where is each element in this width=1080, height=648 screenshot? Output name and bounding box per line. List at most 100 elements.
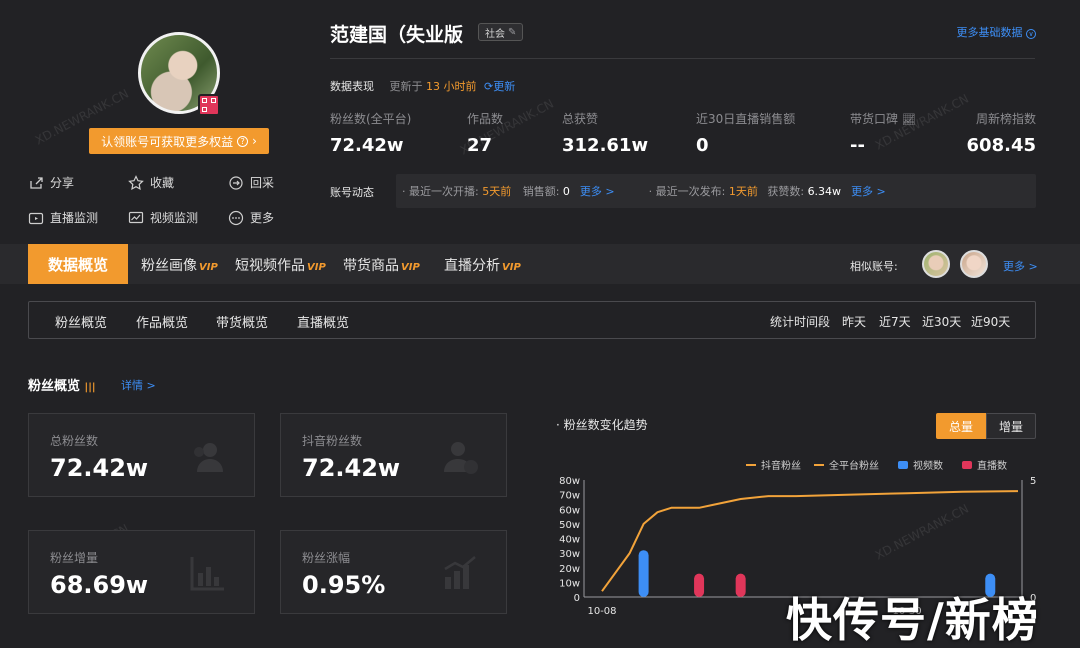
legend-bar-swatch xyxy=(898,461,908,469)
tab-live-analysis[interactable]: 直播分析 VIP xyxy=(444,255,521,275)
similar-account-avatar[interactable] xyxy=(960,250,988,278)
subtab-sales[interactable]: 带货概览 xyxy=(216,312,268,331)
favorite-label: 收藏 xyxy=(150,176,175,190)
vip-badge: VIP xyxy=(502,262,521,273)
stat-reputation: 带货口碑 📈︎ -- xyxy=(850,110,916,156)
recollect-button[interactable]: 回采 xyxy=(228,174,274,191)
update-info: 数据表现 更新于 13 小时前 ⟳更新 xyxy=(330,78,515,94)
similar-account-avatar[interactable] xyxy=(922,250,950,278)
refresh-button[interactable]: ⟳更新 xyxy=(484,80,515,93)
stat-weekly-index: 周新榜指数 608.45 xyxy=(967,110,1036,156)
card-label: 总粉丝数 xyxy=(50,434,99,448)
favorite-button[interactable]: 收藏 xyxy=(128,174,174,191)
stat-live-sales: 近30日直播销售额 0 xyxy=(696,110,795,156)
tab-fan-profile[interactable]: 粉丝画像 VIP xyxy=(141,255,218,275)
stat-value: 312.61w xyxy=(562,135,649,156)
tab-short-video[interactable]: 短视频作品 VIP xyxy=(235,255,326,275)
fans-section-title-text: 粉丝概览 xyxy=(28,379,81,394)
subtab-fans[interactable]: 粉丝概览 xyxy=(55,312,107,331)
claim-label: 认领账号可获取更多权益 xyxy=(101,134,234,149)
sales-label: 销售额: xyxy=(522,185,560,198)
live-monitor-label: 直播监测 xyxy=(50,211,99,225)
card-douyin-fans: 抖音粉丝数 72.42w xyxy=(280,413,507,497)
category-tag[interactable]: 社会 ✎ xyxy=(478,23,524,41)
stat-value: 27 xyxy=(467,135,493,156)
tab-label: 短视频作品 xyxy=(235,258,305,274)
qr-code-icon[interactable] xyxy=(198,94,220,116)
live-prefix: · 最近一次开播: xyxy=(402,185,479,198)
period-yesterday[interactable]: 昨天 xyxy=(842,313,866,330)
post-info: · 最近一次发布: 1天前 获赞数: 6.34w xyxy=(649,183,841,199)
more-basic-label: 更多基础数据 xyxy=(956,26,1023,39)
help-icon: ? xyxy=(237,135,249,147)
card-total-fans: 总粉丝数 72.42w xyxy=(28,413,255,497)
live-monitor-button[interactable]: 直播监测 xyxy=(28,209,98,226)
post-more-link[interactable]: 更多 > xyxy=(851,183,886,199)
similar-more-link[interactable]: 更多 > xyxy=(1003,258,1038,274)
vip-badge: VIP xyxy=(307,262,326,273)
dynamics-bar: · 最近一次开播: 5天前 销售额: 0 更多 > · 最近一次发布: 1天前 … xyxy=(396,174,1036,208)
post-time: 1天前 xyxy=(728,185,758,198)
stat-works: 作品数 27 xyxy=(467,110,503,156)
y-tick-label: 40w xyxy=(559,535,580,546)
card-label: 抖音粉丝数 xyxy=(302,434,363,448)
video-monitor-button[interactable]: 视频监测 xyxy=(128,209,198,226)
account-name: 范建国（失业版 xyxy=(330,24,464,46)
refresh-label: 更新 xyxy=(493,80,516,93)
stat-value: 72.42w xyxy=(330,135,404,156)
stat-value: 608.45 xyxy=(966,135,1036,156)
card-value: 0.95% xyxy=(302,571,386,599)
stat-label-text: 带货口碑 xyxy=(850,112,899,126)
stat-label: 粉丝数(全平台) xyxy=(330,112,412,126)
share-button[interactable]: 分享 xyxy=(28,174,74,191)
fans-detail-link[interactable]: 详情 > xyxy=(121,377,156,393)
period-7d[interactable]: 近7天 xyxy=(879,313,911,330)
live-count-bar xyxy=(694,573,705,597)
section-label: 数据表现 xyxy=(330,80,374,93)
subtab-works[interactable]: 作品概览 xyxy=(136,312,188,331)
likes-label: 获赞数: xyxy=(767,185,805,198)
trend-toggle: 总量 增量 xyxy=(936,413,1036,439)
y-right-tick-label: 5 xyxy=(1030,476,1036,487)
refresh-icon xyxy=(229,175,243,190)
bar-chart-icon xyxy=(444,556,476,589)
card-value: 68.69w xyxy=(50,571,149,599)
stat-label: 近30日直播销售额 xyxy=(696,112,796,126)
more-basic-data-link[interactable]: 更多基础数据 ∨ xyxy=(956,24,1036,40)
card-fans-growth-rate: 粉丝涨幅 0.95% xyxy=(280,530,507,614)
tab-label: 粉丝画像 xyxy=(141,258,197,274)
toggle-total[interactable]: 总量 xyxy=(936,413,986,439)
live-count-bar xyxy=(735,573,746,597)
divider xyxy=(330,58,1035,59)
more-actions-button[interactable]: 更多 xyxy=(228,209,274,226)
legend-label: 视频数 xyxy=(913,459,943,472)
user-badge-icon xyxy=(444,442,478,474)
chevron-right-icon: › xyxy=(252,134,257,148)
post-prefix: · 最近一次发布: xyxy=(648,185,726,198)
claim-account-button[interactable]: 认领账号可获取更多权益 ? › xyxy=(89,128,269,154)
updated-prefix: 更新于 xyxy=(389,80,423,93)
similar-label: 相似账号: xyxy=(850,260,898,273)
vip-badge: VIP xyxy=(401,262,420,273)
card-label: 粉丝涨幅 xyxy=(302,551,351,565)
period-90d[interactable]: 近90天 xyxy=(971,313,1010,330)
subtab-live[interactable]: 直播概览 xyxy=(297,312,349,331)
stat-label: 总获赞 xyxy=(562,112,599,126)
legend-label: 直播数 xyxy=(977,459,1007,472)
tab-label: 直播分析 xyxy=(444,258,500,274)
stat-value: -- xyxy=(850,135,865,156)
trend-icon[interactable]: 📈︎ xyxy=(902,113,916,126)
live-more-link[interactable]: 更多 > xyxy=(580,183,615,199)
stat-likes: 总获赞 312.61w xyxy=(562,110,648,156)
sales-value: 0 xyxy=(562,185,570,198)
recollect-label: 回采 xyxy=(250,176,275,190)
y-tick-label: 70w xyxy=(559,491,580,502)
tab-data-overview[interactable]: 数据概览 xyxy=(28,244,128,284)
toggle-increment[interactable]: 增量 xyxy=(986,413,1036,439)
tab-products[interactable]: 带货商品 VIP xyxy=(343,255,420,275)
fans-line xyxy=(601,490,1019,592)
live-info: · 最近一次开播: 5天前 销售额: 0 xyxy=(402,183,570,199)
legend-label: 抖音粉丝 xyxy=(761,459,801,472)
period-30d[interactable]: 近30天 xyxy=(922,313,961,330)
stat-fans: 粉丝数(全平台) 72.42w xyxy=(330,110,411,156)
